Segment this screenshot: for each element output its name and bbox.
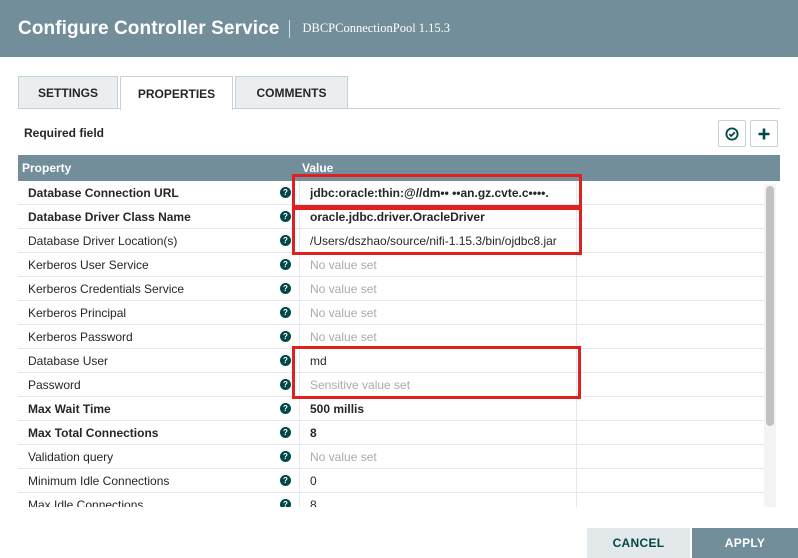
question-circle-icon[interactable]: ?: [280, 283, 291, 294]
property-name: Database Driver Location(s): [28, 234, 178, 248]
question-circle-icon[interactable]: ?: [280, 451, 291, 462]
property-name: Kerberos User Service: [28, 258, 149, 272]
dialog-title: Configure Controller Service: [18, 17, 280, 39]
property-name: Max Wait Time: [28, 402, 111, 416]
title-separator: [289, 19, 291, 38]
property-value: 8: [310, 426, 317, 440]
question-circle-icon[interactable]: ?: [280, 355, 291, 366]
property-value: No value set: [310, 306, 377, 320]
apply-button[interactable]: APPLY: [692, 528, 798, 558]
table-scrollbar[interactable]: [764, 184, 776, 507]
property-name: Max Idle Connections: [28, 498, 144, 507]
question-circle-icon[interactable]: ?: [280, 379, 291, 390]
question-circle-icon[interactable]: ?: [280, 331, 291, 342]
cancel-button[interactable]: CANCEL: [587, 528, 690, 558]
question-circle-icon[interactable]: ?: [280, 235, 291, 246]
tab-bar: SETTINGS PROPERTIES COMMENTS: [18, 76, 350, 110]
property-name: Kerberos Principal: [28, 306, 127, 320]
property-value-cell[interactable]: No value set: [299, 445, 577, 469]
verify-properties-button[interactable]: [718, 120, 746, 147]
table-row[interactable]: Validation query? No value set: [18, 445, 766, 469]
property-value: No value set: [310, 258, 377, 272]
add-property-button[interactable]: [750, 120, 778, 147]
property-value-cell[interactable]: No value set: [299, 253, 577, 277]
tab-comments[interactable]: COMMENTS: [235, 76, 348, 109]
property-value-cell[interactable]: 8: [299, 493, 577, 507]
property-value-cell[interactable]: 500 millis: [299, 397, 577, 421]
table-row[interactable]: Max Wait Time? 500 millis: [18, 397, 766, 421]
question-circle-icon[interactable]: ?: [280, 499, 291, 507]
table-row[interactable]: Minimum Idle Connections? 0: [18, 469, 766, 493]
property-value: 8: [310, 498, 317, 507]
tab-settings[interactable]: SETTINGS: [18, 76, 118, 109]
property-value-cell[interactable]: 8: [299, 421, 577, 445]
property-name: Database Connection URL: [28, 186, 179, 200]
property-name: Minimum Idle Connections: [28, 474, 170, 488]
plus-icon: [758, 128, 770, 139]
property-value-cell[interactable]: No value set: [299, 277, 577, 301]
property-value: No value set: [310, 282, 377, 296]
property-name: Kerberos Password: [28, 330, 133, 344]
question-circle-icon[interactable]: ?: [280, 403, 291, 414]
table-row[interactable]: Kerberos Principal? No value set: [18, 301, 766, 325]
required-field-label: Required field: [24, 126, 105, 140]
question-circle-icon[interactable]: ?: [280, 211, 291, 222]
question-circle-icon[interactable]: ?: [280, 475, 291, 486]
table-row[interactable]: Max Total Connections? 8: [18, 421, 766, 445]
property-name: Database Driver Class Name: [28, 210, 191, 224]
question-circle-icon[interactable]: ?: [280, 187, 291, 198]
column-header-value: Value: [302, 161, 334, 175]
tab-properties[interactable]: PROPERTIES: [120, 76, 233, 110]
highlight-box-driver: [292, 205, 582, 255]
table-row[interactable]: Kerberos Credentials Service? No value se…: [18, 277, 766, 301]
check-circle-icon: [725, 127, 739, 140]
dialog-header: Configure Controller Service DBCPConnect…: [0, 0, 798, 57]
property-value: No value set: [310, 450, 377, 464]
table-row[interactable]: Max Idle Connections? 8: [18, 493, 766, 507]
property-name: Kerberos Credentials Service: [28, 282, 185, 296]
property-name: Validation query: [28, 450, 114, 464]
question-circle-icon[interactable]: ?: [280, 259, 291, 270]
column-header-property: Property: [22, 161, 72, 175]
property-value-cell[interactable]: No value set: [299, 301, 577, 325]
scrollbar-thumb[interactable]: [766, 186, 774, 426]
question-circle-icon[interactable]: ?: [280, 427, 291, 438]
property-value-cell[interactable]: 0: [299, 469, 577, 493]
property-value: No value set: [310, 330, 377, 344]
table-row[interactable]: Kerberos User Service? No value set: [18, 253, 766, 277]
property-value: 500 millis: [310, 402, 365, 416]
highlight-box-credentials: [292, 346, 581, 399]
dialog-subtitle: DBCPConnectionPool 1.15.3: [302, 21, 451, 35]
property-name: Max Total Connections: [28, 426, 159, 440]
property-name: Database User: [28, 354, 109, 368]
property-name: Password: [28, 378, 81, 392]
property-value: 0: [310, 474, 317, 488]
question-circle-icon[interactable]: ?: [280, 307, 291, 318]
